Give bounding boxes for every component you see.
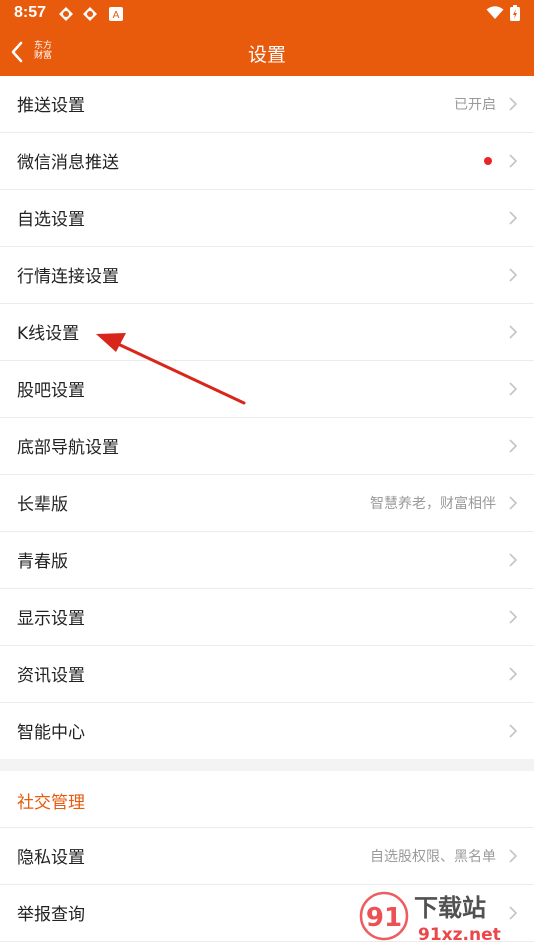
page-title: 设置 bbox=[247, 44, 286, 66]
settings-row-elder-version[interactable]: 长辈版 智慧养老，财富相伴 bbox=[0, 475, 534, 532]
row-label: 自选设置 bbox=[17, 210, 85, 230]
row-label: 行情连接设置 bbox=[17, 267, 119, 287]
battery-icon bbox=[510, 5, 520, 21]
row-label: 青春版 bbox=[17, 552, 68, 572]
app-notification-icon-2 bbox=[83, 7, 97, 21]
row-value: 智慧养老，财富相伴 bbox=[370, 496, 496, 512]
top-app-bar: 东方 财富 设置 bbox=[0, 28, 534, 76]
chevron-right-icon bbox=[509, 268, 518, 282]
row-label: 智能中心 bbox=[17, 723, 85, 743]
settings-row-watchlist[interactable]: 自选设置 bbox=[0, 190, 534, 247]
watermark-url: 91xz.net bbox=[418, 925, 501, 945]
chevron-right-icon bbox=[509, 849, 518, 863]
unread-dot-badge bbox=[484, 157, 492, 165]
status-time: 8:57 bbox=[14, 4, 47, 21]
chevron-right-icon bbox=[509, 439, 518, 453]
row-value: 自选股权限、黑名单 bbox=[370, 849, 496, 865]
wifi-icon bbox=[486, 6, 504, 19]
font-notification-icon: A bbox=[109, 7, 123, 21]
chevron-right-icon bbox=[509, 610, 518, 624]
settings-row-guba[interactable]: 股吧设置 bbox=[0, 361, 534, 418]
row-label: 微信消息推送 bbox=[17, 153, 119, 173]
section-divider bbox=[0, 759, 534, 771]
settings-row-bottom-nav[interactable]: 底部导航设置 bbox=[0, 418, 534, 475]
app-notification-icon bbox=[59, 7, 73, 21]
settings-row-youth-version[interactable]: 青春版 bbox=[0, 532, 534, 589]
settings-row-smart-center[interactable]: 智能中心 bbox=[0, 703, 534, 759]
row-label: 举报查询 bbox=[17, 905, 85, 925]
row-label: K线设置 bbox=[17, 324, 80, 344]
settings-row-wechat[interactable]: 微信消息推送 bbox=[0, 133, 534, 190]
section-header-social: 社交管理 bbox=[0, 771, 534, 828]
chevron-right-icon bbox=[509, 553, 518, 567]
row-label: 显示设置 bbox=[17, 609, 85, 629]
row-label: 股吧设置 bbox=[17, 381, 85, 401]
row-label: 长辈版 bbox=[17, 495, 68, 515]
row-label: 隐私设置 bbox=[17, 848, 85, 868]
settings-row-privacy[interactable]: 隐私设置 自选股权限、黑名单 bbox=[0, 828, 534, 885]
svg-text:A: A bbox=[113, 10, 120, 21]
chevron-right-icon bbox=[509, 496, 518, 510]
section-title: 社交管理 bbox=[17, 793, 85, 813]
chevron-right-icon bbox=[509, 97, 518, 111]
settings-row-market-connection[interactable]: 行情连接设置 bbox=[0, 247, 534, 304]
chevron-right-icon bbox=[509, 154, 518, 168]
settings-row-kline[interactable]: K线设置 bbox=[0, 304, 534, 361]
settings-row-display[interactable]: 显示设置 bbox=[0, 589, 534, 646]
settings-row-news[interactable]: 资讯设置 bbox=[0, 646, 534, 703]
chevron-right-icon bbox=[509, 382, 518, 396]
watermark-logo: 91 下载站 91xz.net bbox=[359, 891, 501, 945]
watermark-logo-text: 91 bbox=[366, 903, 402, 933]
row-value: 已开启 bbox=[454, 97, 496, 113]
settings-row-push[interactable]: 推送设置 已开启 bbox=[0, 76, 534, 133]
row-label: 推送设置 bbox=[17, 96, 85, 116]
settings-list: 推送设置 已开启 微信消息推送 自选设置 行情连接设置 K线设置 股吧设置 底部… bbox=[0, 76, 534, 942]
status-bar: 8:57 A bbox=[0, 0, 534, 28]
row-label: 底部导航设置 bbox=[17, 438, 119, 458]
chevron-right-icon bbox=[509, 211, 518, 225]
watermark-brand: 下载站 bbox=[414, 894, 486, 922]
chevron-right-icon bbox=[509, 724, 518, 738]
chevron-right-icon bbox=[509, 667, 518, 681]
row-label: 资讯设置 bbox=[17, 666, 85, 686]
chevron-right-icon bbox=[509, 325, 518, 339]
